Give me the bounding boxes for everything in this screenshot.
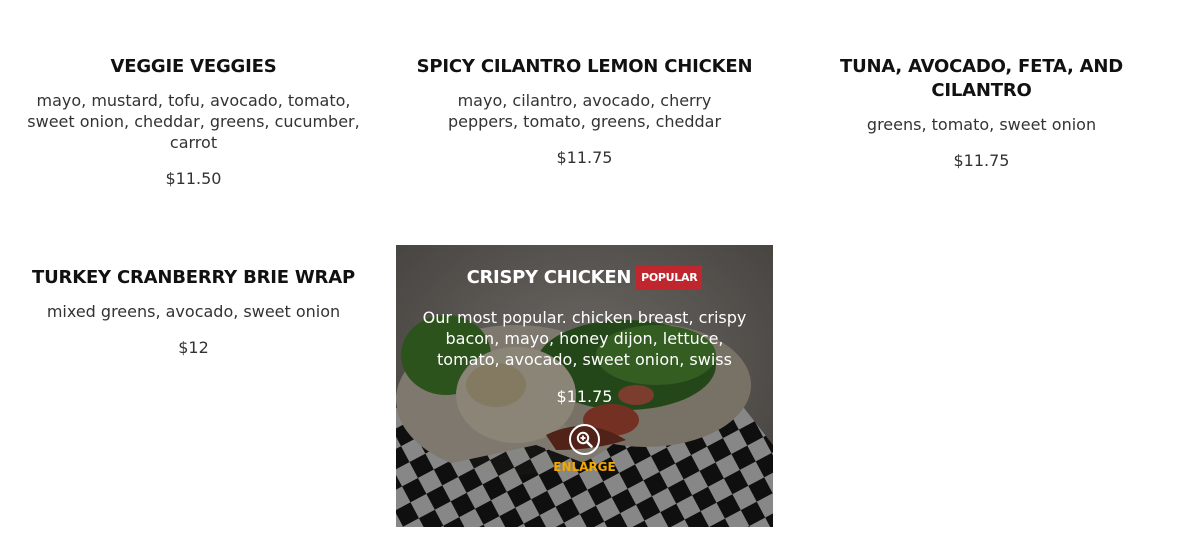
- item-price: $11.75: [556, 387, 613, 406]
- enlarge-circle[interactable]: [569, 424, 600, 455]
- item-title: SPICY CILANTRO LEMON CHICKEN: [416, 56, 753, 77]
- item-price: $11.75: [953, 151, 1010, 170]
- item-description: mixed greens, avocado, sweet onion: [46, 302, 341, 321]
- item-description: Our most popular. chicken breast, crispy…: [422, 308, 747, 369]
- item-price: $11.75: [556, 148, 613, 167]
- item-title: TUNA, AVOCADO, FETA, AND CILANTRO: [839, 56, 1124, 101]
- item-description: greens, tomato, sweet onion: [866, 115, 1097, 134]
- menu-item-veggie-veggies: VEGGIE VEGGIES mayo, mustard, tofu, avoc…: [5, 55, 382, 189]
- item-description: mayo, mustard, tofu, avocado, tomato, sw…: [27, 91, 360, 152]
- menu-item-spicy-cilantro-lemon-chicken: SPICY CILANTRO LEMON CHICKEN mayo, cilan…: [396, 55, 773, 168]
- popular-badge: POPULAR: [636, 266, 703, 290]
- item-title: TURKEY CRANBERRY BRIE WRAP: [32, 267, 355, 288]
- item-price: $12: [178, 338, 209, 357]
- item-price: $11.50: [165, 169, 222, 188]
- featured-content: CRISPY CHICKEN POPULAR Our most popular.…: [396, 245, 773, 475]
- item-description: mayo, cilantro, avocado, cherry peppers,…: [447, 91, 722, 131]
- enlarge-label[interactable]: ENLARGE: [545, 459, 625, 475]
- item-title: CRISPY CHICKEN: [466, 267, 632, 288]
- enlarge-button[interactable]: ENLARGE: [545, 424, 625, 475]
- item-title: VEGGIE VEGGIES: [110, 56, 277, 77]
- zoom-in-icon: [576, 431, 593, 448]
- menu-item-turkey-cranberry-brie-wrap: TURKEY CRANBERRY BRIE WRAP mixed greens,…: [5, 266, 382, 358]
- featured-menu-item-crispy-chicken[interactable]: CRISPY CHICKEN POPULAR Our most popular.…: [396, 245, 773, 527]
- featured-title-row: CRISPY CHICKEN POPULAR: [396, 266, 773, 290]
- menu-item-tuna-avocado-feta-cilantro: TUNA, AVOCADO, FETA, AND CILANTRO greens…: [793, 55, 1170, 171]
